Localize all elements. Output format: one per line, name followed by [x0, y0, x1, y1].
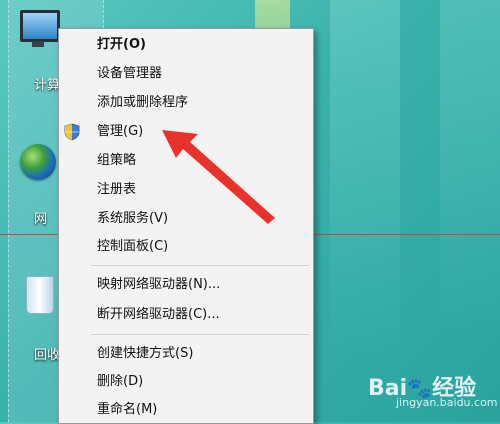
watermark-sub: jingyan.baidu.com: [396, 396, 498, 409]
red-arrow-annotation: [162, 130, 275, 224]
arrow-icon: [162, 130, 275, 224]
watermark-logo: Bai🐾经验 jingyan.baidu.com: [368, 370, 498, 409]
